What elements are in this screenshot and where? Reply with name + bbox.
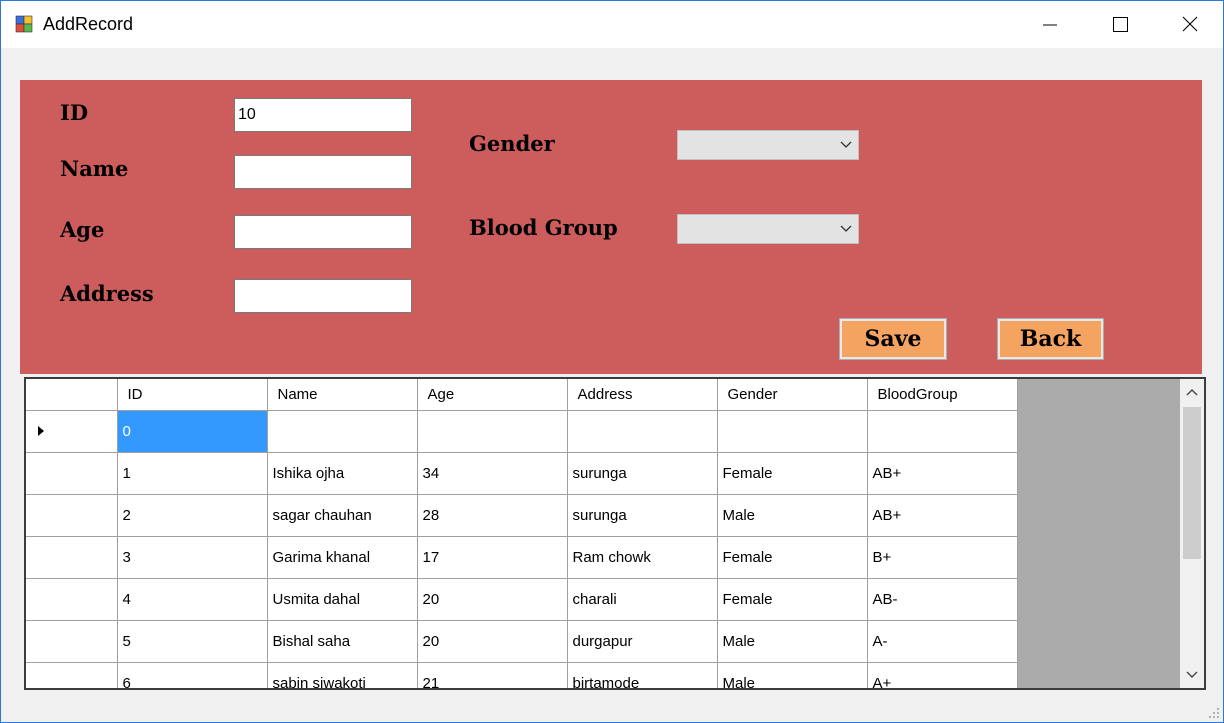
- header-row: ID Name Age Address Gender BloodGroup: [26, 379, 1018, 411]
- save-button[interactable]: Save: [839, 318, 947, 360]
- records-grid[interactable]: ID Name Age Address Gender BloodGroup 0: [24, 377, 1206, 690]
- table-cell[interactable]: B+: [867, 536, 1018, 579]
- table-cell[interactable]: Male: [717, 494, 868, 537]
- age-input[interactable]: [234, 215, 412, 249]
- table-cell[interactable]: 34: [417, 452, 568, 495]
- table-cell[interactable]: surunga: [567, 494, 718, 537]
- table-cell[interactable]: 20: [417, 620, 568, 663]
- table-cell[interactable]: Male: [717, 662, 868, 688]
- scroll-down-icon[interactable]: [1186, 671, 1198, 679]
- table-cell[interactable]: birtamode: [567, 662, 718, 688]
- table-row[interactable]: 6 sabin siwakoti 21 birtamode Male A+: [26, 662, 1018, 688]
- minimize-button[interactable]: [1027, 1, 1073, 48]
- table-row[interactable]: 4 Usmita dahal 20 charali Female AB-: [26, 578, 1018, 621]
- column-header-age[interactable]: Age: [417, 379, 568, 411]
- close-icon: [1182, 16, 1198, 32]
- table-cell[interactable]: Usmita dahal: [267, 578, 418, 621]
- table-cell[interactable]: [567, 410, 718, 453]
- table-cell[interactable]: 2: [117, 494, 268, 537]
- table-cell[interactable]: Bishal saha: [267, 620, 418, 663]
- row-header[interactable]: [26, 410, 118, 453]
- window-title: AddRecord: [43, 14, 134, 34]
- table-cell[interactable]: surunga: [567, 452, 718, 495]
- id-input[interactable]: [234, 98, 412, 132]
- maximize-icon: [1113, 17, 1128, 32]
- chevron-down-icon: [840, 141, 852, 148]
- table-cell[interactable]: [417, 410, 568, 453]
- table-row[interactable]: 3 Garima khanal 17 Ram chowk Female B+: [26, 536, 1018, 579]
- table-cell[interactable]: 5: [117, 620, 268, 663]
- id-label: ID: [60, 100, 89, 125]
- table-cell[interactable]: 21: [417, 662, 568, 688]
- name-input[interactable]: [234, 155, 412, 189]
- table-cell[interactable]: AB+: [867, 494, 1018, 537]
- row-header-corner: [26, 379, 118, 411]
- address-label: Address: [60, 281, 154, 306]
- table-cell[interactable]: 4: [117, 578, 268, 621]
- table-row[interactable]: 5 Bishal saha 20 durgapur Male A-: [26, 620, 1018, 663]
- table-cell[interactable]: 20: [417, 578, 568, 621]
- table-cell[interactable]: Female: [717, 536, 868, 579]
- column-header-id[interactable]: ID: [117, 379, 268, 411]
- row-pointer-icon: [38, 425, 44, 436]
- table-cell[interactable]: A-: [867, 620, 1018, 663]
- vertical-scrollbar[interactable]: [1180, 379, 1204, 688]
- row-header[interactable]: [26, 494, 118, 537]
- table-cell[interactable]: Female: [717, 578, 868, 621]
- minimize-icon: [1043, 24, 1057, 26]
- table-cell[interactable]: Ram chowk: [567, 536, 718, 579]
- app-icon: [15, 15, 33, 33]
- close-button[interactable]: [1167, 1, 1213, 48]
- table-cell[interactable]: A+: [867, 662, 1018, 688]
- table-cell[interactable]: durgapur: [567, 620, 718, 663]
- table-row[interactable]: 2 sagar chauhan 28 surunga Male AB+: [26, 494, 1018, 537]
- column-header-name[interactable]: Name: [267, 379, 418, 411]
- table-cell[interactable]: Garima khanal: [267, 536, 418, 579]
- table-cell[interactable]: charali: [567, 578, 718, 621]
- table-cell[interactable]: 28: [417, 494, 568, 537]
- table-row[interactable]: 1 Ishika ojha 34 surunga Female AB+: [26, 452, 1018, 495]
- table-cell[interactable]: sabin siwakoti: [267, 662, 418, 688]
- blood-group-dropdown[interactable]: [677, 214, 859, 244]
- row-header[interactable]: [26, 578, 118, 621]
- blood-group-label: Blood Group: [469, 215, 618, 240]
- table-cell[interactable]: Female: [717, 452, 868, 495]
- table-cell[interactable]: 1: [117, 452, 268, 495]
- table-cell[interactable]: [267, 410, 418, 453]
- table-cell[interactable]: AB+: [867, 452, 1018, 495]
- table-cell[interactable]: 0: [117, 410, 268, 453]
- title-bar[interactable]: AddRecord: [1, 1, 1223, 48]
- table-cell[interactable]: AB-: [867, 578, 1018, 621]
- column-header-address[interactable]: Address: [567, 379, 718, 411]
- column-header-bloodgroup[interactable]: BloodGroup: [867, 379, 1018, 411]
- chevron-down-icon: [840, 225, 852, 232]
- table-cell[interactable]: Ishika ojha: [267, 452, 418, 495]
- records-table: ID Name Age Address Gender BloodGroup 0: [26, 379, 1018, 688]
- row-header[interactable]: [26, 662, 118, 688]
- window: AddRecord ID Name Age Address Gender Blo…: [0, 0, 1224, 723]
- table-cell[interactable]: [867, 410, 1018, 453]
- row-header[interactable]: [26, 536, 118, 579]
- age-label: Age: [60, 217, 105, 242]
- column-header-gender[interactable]: Gender: [717, 379, 868, 411]
- table-cell[interactable]: sagar chauhan: [267, 494, 418, 537]
- table-cell[interactable]: Male: [717, 620, 868, 663]
- back-button[interactable]: Back: [997, 318, 1104, 360]
- input-panel: ID Name Age Address Gender Blood Group S…: [20, 80, 1202, 374]
- name-label: Name: [60, 156, 129, 181]
- maximize-button[interactable]: [1097, 1, 1143, 48]
- size-grip-icon[interactable]: [1208, 707, 1220, 719]
- scroll-up-icon[interactable]: [1186, 388, 1198, 396]
- table-cell[interactable]: [717, 410, 868, 453]
- table-cell[interactable]: 6: [117, 662, 268, 688]
- address-input[interactable]: [234, 279, 412, 313]
- gender-dropdown[interactable]: [677, 130, 859, 160]
- table-cell[interactable]: 17: [417, 536, 568, 579]
- table-cell[interactable]: 3: [117, 536, 268, 579]
- table-row[interactable]: 0: [26, 410, 1018, 453]
- row-header[interactable]: [26, 452, 118, 495]
- gender-label: Gender: [469, 131, 555, 156]
- scrollbar-thumb[interactable]: [1183, 407, 1201, 559]
- row-header[interactable]: [26, 620, 118, 663]
